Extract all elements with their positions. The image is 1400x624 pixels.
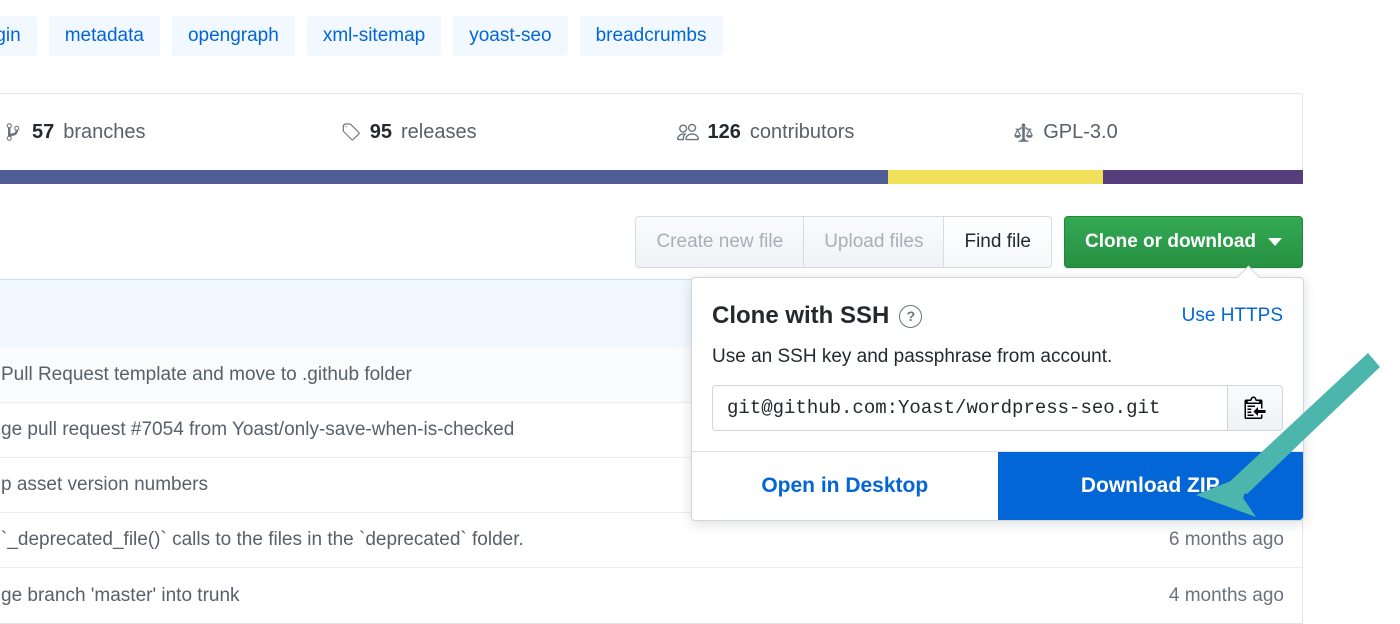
stat-branches-count: 57	[32, 120, 55, 143]
open-in-desktop-button[interactable]: Open in Desktop	[692, 452, 998, 520]
repository-stats-bar: 57 branches 95 releases 126 contributors…	[0, 93, 1303, 171]
use-https-link[interactable]: Use HTTPS	[1182, 305, 1283, 327]
topic-tag-plugin[interactable]: plugin	[0, 16, 37, 56]
copy-url-button[interactable]	[1227, 385, 1283, 431]
table-row[interactable]: `_deprecated_file()` calls to the files …	[0, 513, 1302, 568]
topic-tag-yoast-seo[interactable]: yoast-seo	[453, 16, 568, 56]
repo-action-bar: Create new file Upload files Find file C…	[635, 216, 1303, 268]
stat-releases-label: releases	[401, 120, 477, 143]
clone-panel-description: Use an SSH key and passphrase from accou…	[712, 346, 1113, 367]
tag-icon	[340, 122, 361, 143]
find-file-button[interactable]: Find file	[944, 217, 1051, 267]
stat-branches-label: branches	[63, 120, 146, 143]
stat-license-label: GPL-3.0	[1043, 120, 1118, 143]
clone-panel-body: Clone with SSH ? Use HTTPS Use an SSH ke…	[692, 278, 1303, 451]
chevron-down-icon	[1268, 238, 1282, 246]
language-segment-php[interactable]	[0, 170, 888, 184]
download-zip-button[interactable]: Download ZIP	[997, 452, 1303, 520]
topic-tag-metadata[interactable]: metadata	[48, 16, 160, 56]
clone-panel-title: Clone with SSH	[712, 302, 890, 329]
stat-branches[interactable]: 57 branches	[0, 121, 292, 144]
topic-tag-breadcrumbs[interactable]: breadcrumbs	[579, 16, 723, 56]
commit-message[interactable]: `_deprecated_file()` calls to the files …	[1, 529, 1149, 551]
clone-url-row	[712, 385, 1283, 431]
stat-contributors-label: contributors	[749, 120, 855, 143]
topic-tag-xml-sitemap[interactable]: xml-sitemap	[306, 16, 442, 56]
create-new-file-button[interactable]: Create new file	[636, 217, 805, 267]
table-row[interactable]: ge branch 'master' into trunk 4 months a…	[0, 568, 1302, 623]
branch-icon	[3, 122, 23, 142]
clone-panel-title-group: Clone with SSH ?	[712, 302, 923, 330]
topic-tag-list: plugin metadata opengraph xml-sitemap yo…	[0, 16, 723, 56]
clone-dropdown-panel: Clone with SSH ? Use HTTPS Use an SSH ke…	[691, 277, 1304, 521]
commit-age: 6 months ago	[1168, 529, 1284, 550]
clone-or-download-label: Clone or download	[1085, 231, 1256, 252]
commit-message[interactable]: ge branch 'master' into trunk	[1, 585, 1149, 607]
clone-panel-footer: Open in Desktop Download ZIP	[692, 451, 1303, 520]
stat-contributors[interactable]: 126 contributors	[629, 121, 966, 144]
people-icon	[676, 121, 699, 143]
stat-releases-count: 95	[369, 120, 392, 143]
stat-releases[interactable]: 95 releases	[292, 121, 629, 144]
repository-page: plugin metadata opengraph xml-sitemap yo…	[0, 0, 1400, 624]
stat-license[interactable]: GPL-3.0	[965, 121, 1302, 144]
law-icon	[1013, 122, 1034, 143]
topic-tag-opengraph[interactable]: opengraph	[171, 16, 295, 56]
clipboard-copy-icon	[1243, 395, 1267, 422]
language-bar	[0, 170, 1303, 184]
clone-url-input[interactable]	[712, 385, 1227, 431]
upload-files-button[interactable]: Upload files	[804, 217, 945, 267]
clone-panel-header: Clone with SSH ? Use HTTPS	[712, 302, 1283, 330]
language-segment-javascript[interactable]	[887, 170, 1104, 184]
question-icon[interactable]: ?	[899, 304, 923, 328]
stat-contributors-count: 126	[707, 120, 741, 143]
language-segment-css[interactable]	[1103, 170, 1303, 184]
clone-or-download-button[interactable]: Clone or download	[1064, 216, 1303, 268]
commit-age: 4 months ago	[1168, 584, 1284, 606]
file-action-button-group: Create new file Upload files Find file	[635, 216, 1052, 268]
